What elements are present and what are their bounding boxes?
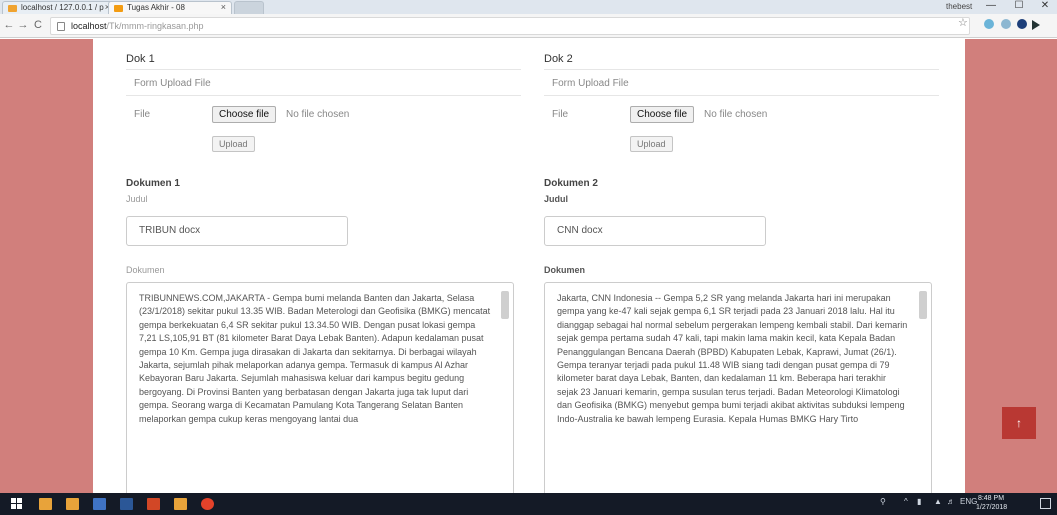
tray-language[interactable]: ENG [960, 497, 977, 506]
notification-center-icon[interactable] [1040, 498, 1051, 509]
new-tab-button[interactable] [234, 1, 264, 14]
file-explorer-icon[interactable] [39, 498, 52, 510]
tab-label: localhost / 127.0.0.1 / p [21, 3, 104, 12]
choose-file-button[interactable]: Choose file [630, 106, 695, 123]
page-info-icon[interactable] [57, 22, 65, 31]
folder-icon[interactable] [66, 498, 79, 510]
os-taskbar: ⚲ ^ ▮ ▲ ♬ ENG 8:48 PM 1/27/2018 [0, 493, 1057, 515]
browser-toolbar: ← → C localhost/Tk/mmm-ringkasan.php ☆ [0, 14, 1057, 38]
judul-label: Judul [126, 194, 148, 204]
upload-button[interactable]: Upload [212, 136, 255, 152]
powerpoint-icon[interactable] [147, 498, 160, 510]
extension-icon[interactable] [1017, 19, 1027, 29]
url-text: localhost/Tk/mmm-ringkasan.php [71, 21, 204, 31]
clock-date: 1/27/2018 [976, 504, 1008, 511]
chrome-icon[interactable] [201, 498, 214, 510]
file-label: File [134, 109, 151, 120]
judul-field[interactable]: TRIBUN docx [126, 216, 348, 246]
close-tab-icon[interactable]: × [221, 2, 226, 12]
extension-icon[interactable] [984, 19, 994, 29]
document-title: Dokumen 2 [544, 178, 598, 189]
clock-time: 8:48 PM [977, 495, 1005, 502]
windows-start-icon[interactable] [11, 498, 23, 510]
tray-volume-icon[interactable]: ♬ [947, 497, 955, 506]
tab-phpmyadmin[interactable]: localhost / 127.0.0.1 / p × [2, 1, 116, 14]
profile-name[interactable]: thebest [946, 2, 972, 11]
browser-tab-strip: localhost / 127.0.0.1 / p × Tugas Akhir … [0, 0, 1057, 14]
tab-label: Tugas Akhir - 08 [127, 3, 185, 12]
judul-label: Judul [544, 194, 568, 204]
tray-battery-icon[interactable]: ▮ [917, 497, 921, 506]
upload-form-title: Form Upload File [552, 78, 629, 89]
phpmyadmin-favicon-icon [8, 5, 17, 12]
panel-header: Dok 1 [126, 53, 155, 65]
back-arrow-icon[interactable]: ← [3, 19, 15, 31]
extension-icon[interactable] [1032, 20, 1040, 30]
upload-form-title: Form Upload File [134, 78, 211, 89]
dokumen-textarea[interactable]: TRIBUNNEWS.COM,JAKARTA - Gempa bumi mela… [126, 282, 514, 493]
maximize-icon[interactable]: ☐ [1010, 0, 1028, 11]
divider [126, 95, 521, 96]
no-file-status: No file chosen [286, 109, 350, 120]
close-window-icon[interactable]: ✕ [1036, 0, 1054, 11]
forward-arrow-icon[interactable]: → [17, 19, 29, 31]
address-bar[interactable]: localhost/Tk/mmm-ringkasan.php [50, 17, 970, 35]
judul-field[interactable]: CNN docx [544, 216, 766, 246]
url-host: localhost [71, 21, 107, 31]
left-margin-band [0, 39, 93, 493]
panel-header: Dok 2 [544, 53, 573, 65]
dokumen-label: Dokumen [126, 265, 165, 275]
word-icon[interactable] [120, 498, 133, 510]
choose-file-button[interactable]: Choose file [212, 106, 277, 123]
folder-icon[interactable] [174, 498, 187, 510]
url-path: /Tk/mmm-ringkasan.php [106, 21, 204, 31]
dokumen-textarea[interactable]: Jakarta, CNN Indonesia -- Gempa 5,2 SR y… [544, 282, 932, 493]
dokumen-text: TRIBUNNEWS.COM,JAKARTA - Gempa bumi mela… [139, 293, 491, 424]
textarea-scrollbar[interactable] [501, 291, 509, 319]
tab-tugas-akhir[interactable]: Tugas Akhir - 08 × [108, 1, 232, 14]
divider [544, 95, 939, 96]
page-content: Dok 1 Form Upload File File Choose file … [0, 39, 1057, 493]
minimize-icon[interactable]: — [982, 0, 1000, 11]
taskbar-clock[interactable]: 8:48 PM 1/27/2018 [976, 494, 1008, 512]
dokumen-text: Jakarta, CNN Indonesia -- Gempa 5,2 SR y… [557, 293, 908, 424]
file-label: File [552, 109, 569, 120]
reload-icon[interactable]: C [32, 19, 44, 31]
divider [126, 69, 521, 70]
tray-network-icon[interactable]: ▲ [934, 497, 942, 506]
no-file-status: No file chosen [704, 109, 768, 120]
back-to-top-button[interactable]: ↑ [1002, 407, 1036, 439]
extension-icon[interactable] [1001, 19, 1011, 29]
page-favicon-icon [114, 5, 123, 12]
upload-button[interactable]: Upload [630, 136, 673, 152]
dokumen-label: Dokumen [544, 265, 586, 275]
bookmark-star-icon[interactable]: ☆ [958, 16, 968, 29]
divider [544, 69, 939, 70]
tray-chevron-icon[interactable]: ^ [904, 497, 908, 506]
textarea-scrollbar[interactable] [919, 291, 927, 319]
app-icon[interactable] [93, 498, 106, 510]
document-title: Dokumen 1 [126, 178, 180, 189]
tray-user-icon[interactable]: ⚲ [880, 497, 886, 506]
